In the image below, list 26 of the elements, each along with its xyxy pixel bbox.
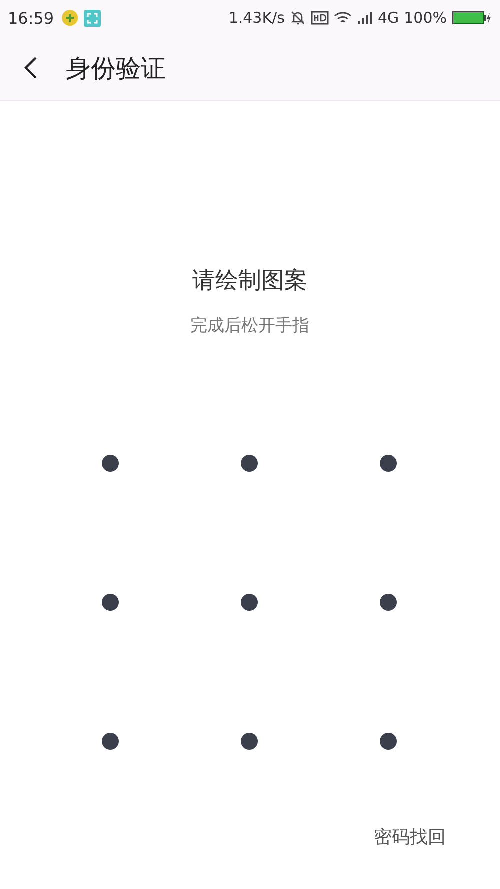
- chevron-left-icon: [24, 56, 38, 80]
- recover-password-link[interactable]: 密码找回: [374, 825, 446, 849]
- battery-charging-icon: [452, 11, 492, 25]
- prompt-title: 请绘制图案: [192, 267, 308, 296]
- hd-icon: [310, 11, 329, 25]
- prompt-subtitle: 完成后松开手指: [190, 315, 310, 337]
- page-title: 身份验证: [66, 52, 166, 84]
- network-type: 4G: [378, 9, 400, 27]
- signal-icon: [356, 11, 373, 25]
- pattern-dot[interactable]: [102, 733, 119, 750]
- pattern-dot[interactable]: [241, 594, 258, 611]
- bell-muted-icon: [290, 10, 306, 26]
- pattern-dot[interactable]: [102, 455, 119, 472]
- pattern-dot[interactable]: [241, 733, 258, 750]
- pattern-dot[interactable]: [380, 455, 397, 472]
- pattern-dot[interactable]: [380, 733, 397, 750]
- battery-percent: 100%: [404, 9, 447, 27]
- network-speed: 1.43K/s: [228, 9, 285, 27]
- status-time: 16:59: [8, 8, 54, 28]
- pattern-dot[interactable]: [380, 594, 397, 611]
- plus-badge-icon: [61, 9, 80, 27]
- pattern-dot[interactable]: [102, 594, 119, 611]
- pattern-dot[interactable]: [241, 455, 258, 472]
- back-button[interactable]: [24, 56, 38, 80]
- wifi-icon: [334, 11, 352, 25]
- scan-icon: [84, 10, 102, 26]
